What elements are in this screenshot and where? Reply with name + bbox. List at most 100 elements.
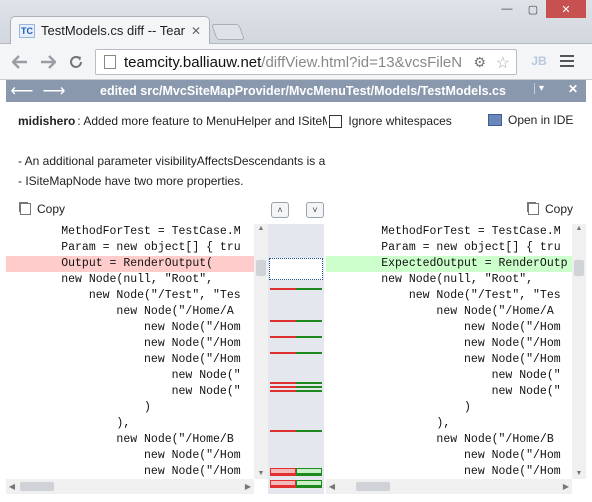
window-close-button[interactable]: ✕	[546, 0, 586, 18]
scroll-thumb[interactable]	[356, 482, 390, 491]
left-code-pane[interactable]: MethodForTest = TestCase.M Param = new o…	[6, 224, 254, 479]
commit-description: - An additional parameter visibilityAffe…	[18, 151, 325, 191]
removed-marker	[270, 474, 296, 476]
removed-marker	[270, 430, 296, 432]
previous-file-arrow-icon[interactable]: ⟵	[6, 81, 38, 101]
code-line: Param = new object[] { tru	[326, 241, 561, 254]
code-line: )	[6, 401, 151, 414]
added-marker	[296, 320, 322, 322]
code-line: new Node("/Hom	[326, 353, 561, 366]
scroll-right-icon[interactable]: ▶	[560, 479, 572, 494]
bookmark-star-icon[interactable]: ☆	[496, 53, 510, 73]
code-line: new Node("/Home/B	[6, 433, 234, 446]
scroll-thumb[interactable]	[574, 260, 584, 276]
diff-header-bar: ⟵ ⟶ edited src/MvcSiteMapProvider/MvcMen…	[6, 80, 586, 102]
code-line: new Node("/Home/A	[6, 305, 234, 318]
close-tab-icon[interactable]: ✕	[191, 24, 201, 38]
copy-left-button[interactable]: Copy	[20, 202, 65, 216]
added-marker	[296, 288, 322, 290]
scroll-up-icon[interactable]: ▲	[572, 224, 586, 234]
code-line: new Node(null, "Root",	[6, 273, 214, 286]
right-horizontal-scrollbar[interactable]: ◀ ▶	[326, 479, 572, 494]
page-icon	[104, 55, 116, 69]
scroll-left-icon[interactable]: ◀	[6, 479, 18, 494]
tab-title: TestModels.cs diff -- Tean	[41, 23, 185, 38]
scroll-thumb[interactable]	[256, 260, 266, 276]
removed-marker	[270, 352, 296, 354]
removed-marker	[270, 390, 296, 392]
ignore-whitespace-checkbox[interactable]	[329, 114, 343, 128]
scroll-thumb[interactable]	[20, 482, 54, 491]
url-host: teamcity.balliauw.net	[124, 53, 262, 71]
reload-button[interactable]	[62, 48, 90, 76]
code-line: new Node("/Hom	[6, 337, 241, 350]
scroll-right-icon[interactable]: ▶	[242, 479, 254, 494]
copy-label: Copy	[545, 202, 574, 216]
code-line: )	[326, 401, 471, 414]
change-block	[270, 468, 296, 474]
right-code-pane[interactable]: MethodForTest = TestCase.M Param = new o…	[326, 224, 572, 479]
next-file-arrow-icon[interactable]: ⟶	[38, 81, 70, 101]
code-line: new Node("/Hom	[6, 353, 241, 366]
open-in-ide-label: Open in IDE	[508, 113, 574, 127]
right-vertical-scrollbar[interactable]: ▲ ▼	[572, 224, 586, 479]
left-vertical-scrollbar[interactable]: ▲ ▼	[254, 224, 268, 479]
chevron-down-icon[interactable]: ▾	[534, 83, 544, 94]
copy-right-button[interactable]: Copy	[528, 202, 573, 216]
change-block	[296, 480, 322, 486]
next-change-button[interactable]: ˅	[306, 202, 324, 218]
code-line: new Node("	[326, 369, 561, 382]
diff-overview-gutter[interactable]	[268, 224, 324, 494]
close-diff-icon[interactable]: ✕	[568, 82, 578, 96]
removed-marker	[270, 288, 296, 290]
code-line: new Node("/Home/B	[326, 433, 554, 446]
browser-tab[interactable]: TC TestModels.cs diff -- Tean ✕	[10, 16, 210, 44]
code-line: Param = new object[] { tru	[6, 241, 241, 254]
settings-gear-icon[interactable]: ⚙	[473, 54, 486, 71]
jetbrains-extension-icon[interactable]: JB	[528, 50, 550, 72]
open-in-ide-link[interactable]: Open in IDE	[488, 113, 573, 127]
added-marker	[296, 336, 322, 338]
code-line: new Node("/Hom	[6, 465, 241, 478]
change-block	[296, 468, 322, 474]
code-line: new Node("	[6, 385, 241, 398]
left-horizontal-scrollbar[interactable]: ◀ ▶	[6, 479, 254, 494]
removed-marker	[270, 386, 296, 388]
added-marker	[296, 390, 322, 392]
url-path: /diffView.html?id=13&vcsFileN	[261, 53, 463, 71]
scroll-left-icon[interactable]: ◀	[326, 479, 338, 494]
added-marker	[296, 386, 322, 388]
maximize-button[interactable]: ▢	[520, 0, 546, 18]
ide-icon	[488, 114, 502, 126]
diff-file-title: edited src/MvcSiteMapProvider/MvcMenuTes…	[100, 84, 506, 98]
minimize-button[interactable]: —	[494, 0, 520, 18]
added-marker	[296, 430, 322, 432]
code-line: new Node("/Hom	[326, 449, 561, 462]
code-line: new Node("/Home/A	[326, 305, 554, 318]
ignore-whitespace-label[interactable]: Ignore whitespaces	[348, 114, 451, 128]
removed-marker	[270, 336, 296, 338]
scroll-down-icon[interactable]: ▼	[254, 469, 268, 479]
previous-change-button[interactable]: ˄	[271, 202, 289, 218]
scroll-down-icon[interactable]: ▼	[572, 469, 586, 479]
address-bar[interactable]: teamcity.balliauw.net/diffView.html?id=1…	[95, 49, 517, 75]
code-line: ),	[6, 417, 131, 430]
commit-message: : Added more feature to MenuHelper and I…	[77, 114, 328, 128]
code-line: MethodForTest = TestCase.M	[326, 225, 561, 238]
reload-icon	[70, 55, 82, 68]
teamcity-favicon-icon: TC	[19, 23, 35, 38]
code-line: ),	[326, 417, 451, 430]
scroll-up-icon[interactable]: ▲	[254, 224, 268, 234]
forward-button[interactable]	[34, 48, 62, 76]
browser-tab-strip: TC TestModels.cs diff -- Tean ✕ — ▢ ✕	[0, 0, 592, 44]
changed-code-line: Output = RenderOutput(	[6, 256, 254, 272]
code-line: new Node("/Hom	[326, 337, 561, 350]
back-button[interactable]	[6, 48, 34, 76]
change-block	[270, 480, 296, 486]
browser-menu-icon[interactable]	[558, 52, 576, 70]
new-tab-button[interactable]	[211, 24, 245, 40]
forward-arrow-icon	[41, 54, 56, 69]
code-line: MethodForTest = TestCase.M	[6, 225, 241, 238]
copy-icon	[20, 203, 31, 215]
removed-marker	[270, 320, 296, 322]
